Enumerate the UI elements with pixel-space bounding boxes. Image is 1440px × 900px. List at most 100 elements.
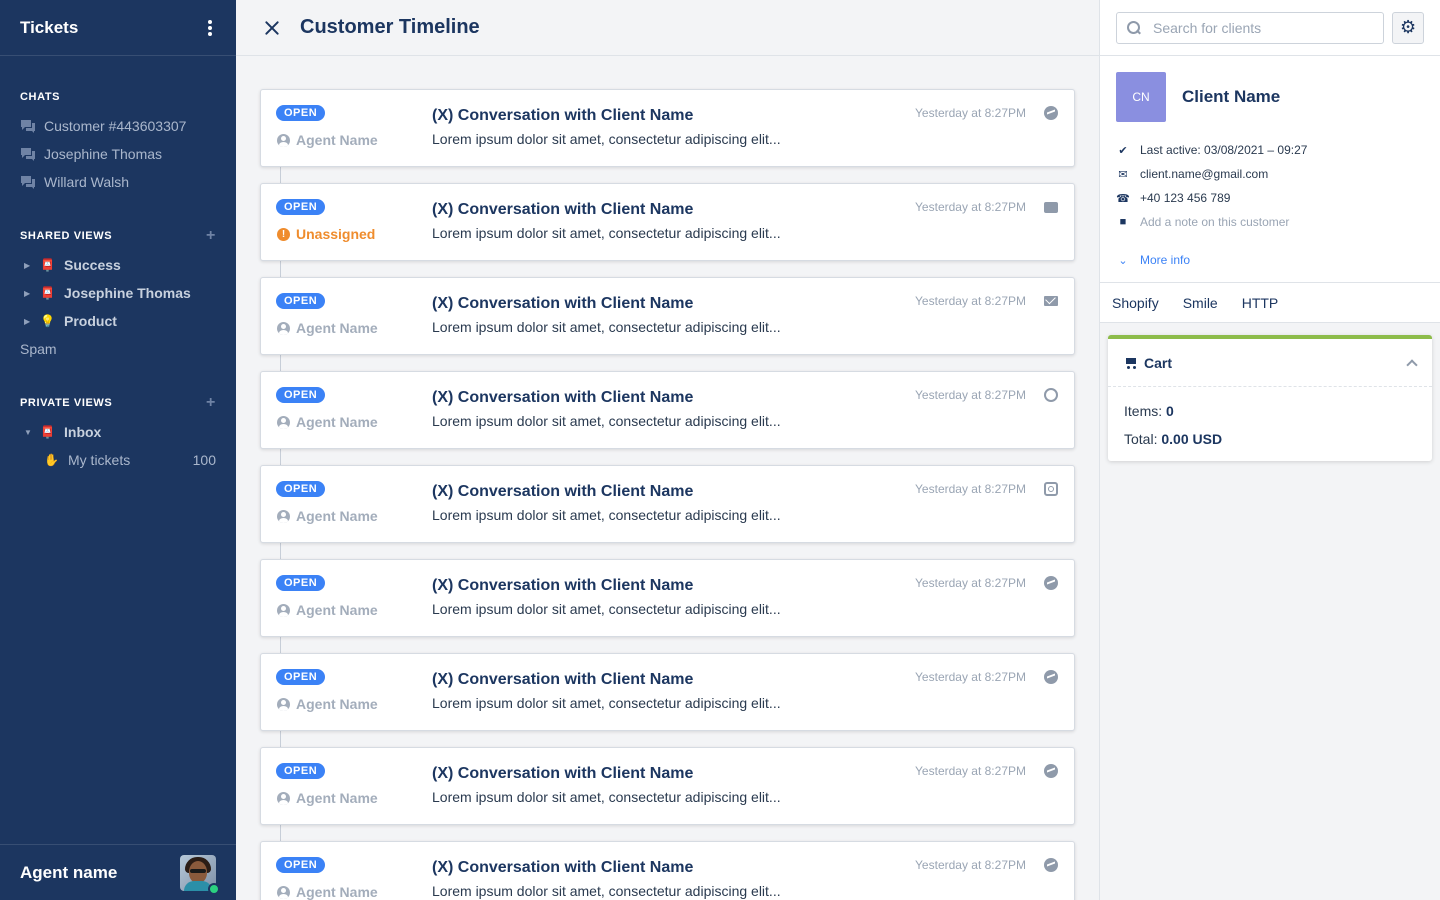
more-info-link[interactable]: ⌄ More info [1116,250,1424,270]
add-note-row[interactable]: ■ Add a note on this customer [1116,210,1424,234]
shared-views-title: SHARED VIEWS [20,230,113,242]
add-note-field[interactable]: Add a note on this customer [1140,215,1289,229]
ticket-card[interactable]: OPEN Agent Name (X) Conversation with Cl… [260,841,1075,900]
status-badge: OPEN [276,857,326,873]
view-label: Josephine Thomas [64,285,191,301]
ticket-snippet: Lorem ipsum dolor sit amet, consectetur … [432,789,781,805]
chevron-up-icon[interactable] [1406,358,1418,371]
ticket-card[interactable]: OPEN ! Unassigned (X) Conversation with C… [260,183,1075,261]
chat-bubbles-icon [21,120,35,133]
ticket-time: Yesterday at 8:27PM [915,200,1026,214]
caret-right-icon[interactable]: ▶ [20,261,40,270]
add-private-view-icon[interactable]: + [206,395,216,411]
messenger-icon [1044,670,1058,684]
cart-header[interactable]: Cart [1108,339,1432,387]
tab-smile[interactable]: Smile [1183,295,1218,311]
sidebar-view-my-tickets[interactable]: ✋ My tickets 100 [20,446,216,474]
view-label: Success [64,257,121,273]
add-shared-view-icon[interactable]: + [206,228,216,244]
ticket-card[interactable]: OPEN Agent Name (X) Conversation with Cl… [260,747,1075,825]
ticket-snippet: Lorem ipsum dolor sit amet, consectetur … [432,601,781,617]
email-row: ✉ client.name@gmail.com [1116,162,1424,186]
ticket-time: Yesterday at 8:27PM [915,576,1026,590]
sidebar: Tickets CHATS Customer #443603307 Joseph… [0,0,236,900]
shared-views-title-row: SHARED VIEWS + [20,228,216,244]
ticket-title: (X) Conversation with Client Name [432,671,694,688]
gear-icon: ⚙ [1399,17,1417,37]
private-views-section: PRIVATE VIEWS + ▼ 📮 Inbox ✋ My tickets 1… [0,395,236,474]
postbox-icon: 📮 [40,286,55,300]
chats-section: CHATS Customer #443603307 Josephine Thom… [0,89,236,196]
postbox-icon: 📮 [40,258,55,272]
sidebar-view-success[interactable]: ▶ 📮 Success [20,251,216,279]
ticket-assignee: Agent Name [277,320,378,336]
sidebar-view-spam[interactable]: Spam [20,335,216,363]
sidebar-chat-item[interactable]: Customer #443603307 [20,112,216,140]
client-card: CN Client Name ✔ Last active: 03/08/2021… [1100,56,1440,283]
settings-button[interactable]: ⚙ [1392,11,1424,44]
ticket-card[interactable]: OPEN Agent Name (X) Conversation with Cl… [260,277,1075,355]
ticket-timeline: OPEN Agent Name (X) Conversation with Cl… [260,89,1075,900]
phone-icon: ☎ [1116,192,1130,205]
shared-views-section: SHARED VIEWS + ▶ 📮 Success ▶ 📮 Josephine… [0,228,236,363]
main-panel: Customer Timeline OPEN Agent Name (X) Co… [236,0,1100,900]
ticket-card[interactable]: OPEN Agent Name (X) Conversation with Cl… [260,89,1075,167]
ticket-time: Yesterday at 8:27PM [915,482,1026,496]
sidebar-view-inbox[interactable]: ▼ 📮 Inbox [20,418,216,446]
search-row: ⚙ [1100,0,1440,56]
ticket-assignee: ! Unassigned [277,226,375,242]
search-box[interactable] [1116,11,1385,44]
tab-shopify[interactable]: Shopify [1112,295,1159,311]
user-icon [277,133,290,147]
tab-http[interactable]: HTTP [1242,295,1279,311]
cart-total-row: Total: 0.00 USD [1124,425,1416,453]
ticket-assignee: Agent Name [277,696,378,712]
status-badge: OPEN [276,293,326,309]
ticket-card[interactable]: OPEN Agent Name (X) Conversation with Cl… [260,371,1075,449]
client-phone[interactable]: +40 123 456 789 [1140,191,1230,205]
view-label: My tickets [68,452,131,468]
caret-down-icon[interactable]: ▼ [20,428,40,437]
ticket-time: Yesterday at 8:27PM [915,858,1026,872]
avatar[interactable] [180,854,220,895]
ticket-time: Yesterday at 8:27PM [915,388,1026,402]
caret-right-icon[interactable]: ▶ [20,289,40,298]
last-active-row: ✔ Last active: 03/08/2021 – 09:27 [1116,138,1424,162]
ticket-snippet: Lorem ipsum dolor sit amet, consectetur … [432,695,781,711]
sidebar-chat-item[interactable]: Josephine Thomas [20,140,216,168]
cart-body: Items: 0 Total: 0.00 USD [1108,387,1432,461]
search-input[interactable] [1153,19,1373,36]
ticket-title: (X) Conversation with Client Name [432,295,694,312]
sidebar-view-josephine-thomas[interactable]: ▶ 📮 Josephine Thomas [20,279,216,307]
chat-bubbles-icon [21,176,35,189]
ticket-card[interactable]: OPEN Agent Name (X) Conversation with Cl… [260,653,1075,731]
ticket-time: Yesterday at 8:27PM [915,670,1026,684]
sidebar-view-product[interactable]: ▶ 💡 Product [20,307,216,335]
user-icon [277,321,290,335]
cart-title: Cart [1124,355,1172,371]
at-sign-icon [1044,388,1058,402]
ticket-card[interactable]: OPEN Agent Name (X) Conversation with Cl… [260,465,1075,543]
ticket-card[interactable]: OPEN Agent Name (X) Conversation with Cl… [260,559,1075,637]
sidebar-chat-item[interactable]: Willard Walsh [20,168,216,196]
chat-label: Josephine Thomas [44,146,163,162]
phone-row: ☎ +40 123 456 789 [1116,186,1424,210]
view-label: Inbox [64,424,102,440]
cart-items-value: 0 [1166,403,1174,419]
client-email[interactable]: client.name@gmail.com [1140,167,1268,181]
last-active-text: Last active: 03/08/2021 – 09:27 [1140,143,1308,157]
ticket-time: Yesterday at 8:27PM [915,764,1026,778]
close-icon[interactable] [260,16,284,40]
raised-hand-icon: ✋ [44,453,59,467]
status-badge: OPEN [276,669,326,685]
chats-title: CHATS [20,91,61,103]
more-options-icon[interactable] [204,16,216,40]
ticket-time: Yesterday at 8:27PM [915,106,1026,120]
cart-card: Cart Items: 0 Total: 0.00 USD [1108,335,1432,461]
status-badge: OPEN [276,387,326,403]
ticket-time: Yesterday at 8:27PM [915,294,1026,308]
ticket-assignee: Agent Name [277,790,378,806]
caret-right-icon[interactable]: ▶ [20,317,40,326]
chat-label: Customer #443603307 [44,118,187,134]
search-icon [1127,20,1141,35]
